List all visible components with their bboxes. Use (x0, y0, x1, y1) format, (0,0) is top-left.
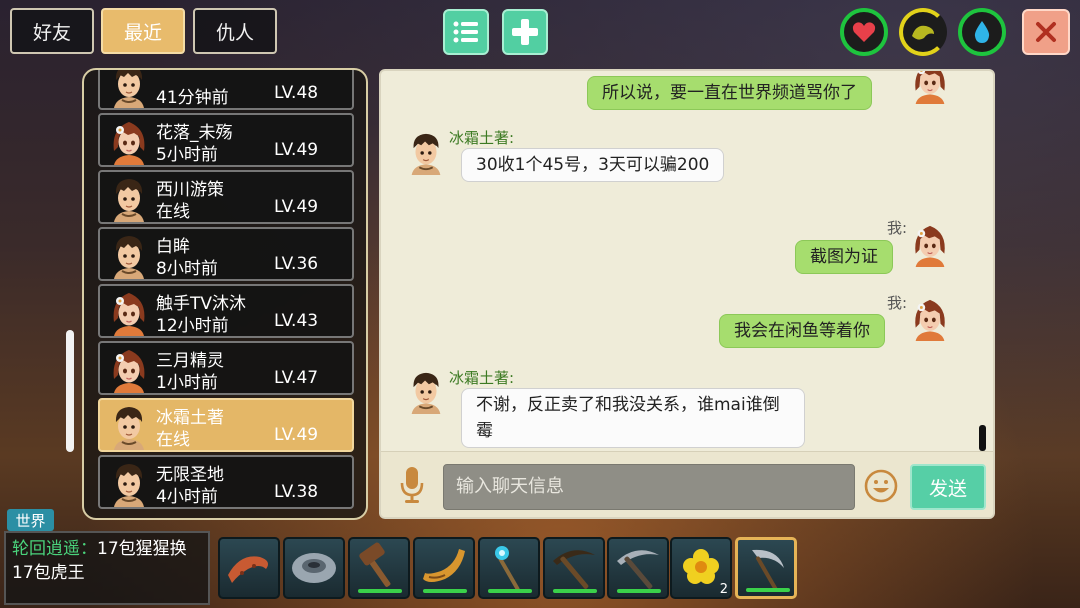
friend-row[interactable]: 西川游策 在线 LV.49 (98, 170, 354, 224)
hotbar-slot[interactable] (348, 537, 410, 599)
my-avatar (908, 294, 952, 342)
avatar (106, 117, 152, 165)
friend-avatar (404, 367, 448, 415)
world-chat-speaker: 轮回逍遥： (12, 539, 97, 559)
microphone-icon[interactable] (399, 466, 425, 504)
message-sender: 我: (887, 294, 908, 312)
avatar (106, 345, 152, 393)
tab-friends[interactable]: 好友 (10, 8, 94, 54)
hotbar-slot[interactable] (218, 537, 280, 599)
boomerang-icon (228, 556, 268, 583)
friend-row-selected[interactable]: 冰霜土著 在线 LV.49 (98, 398, 354, 452)
tab-enemies[interactable]: 仇人 (193, 8, 277, 54)
friend-level: LV.43 (274, 311, 319, 331)
my-avatar (908, 220, 952, 268)
durability-bar (423, 589, 467, 593)
friend-row[interactable]: 三月精灵 1小时前 LV.47 (98, 341, 354, 395)
world-chat-preview[interactable]: 轮回逍遥：17包猩猩换17包虎王 (4, 531, 210, 605)
avatar (106, 459, 152, 507)
friend-row[interactable]: 无限圣地 4小时前 LV.38 (98, 455, 354, 509)
durability-bar (553, 589, 597, 593)
message-sender: 冰霜土著: (449, 369, 515, 387)
friend-list-scrollbar[interactable] (66, 330, 74, 452)
friend-list: 41分钟前 LV.48 花落_未殇 5小时前 LV.49 西川游策 在线 LV.… (82, 68, 368, 520)
durability-bar (617, 589, 661, 593)
avatar (106, 288, 152, 336)
friend-level: LV.49 (274, 197, 319, 217)
water-drop-icon (974, 21, 990, 43)
hotbar-slot-selected[interactable] (735, 537, 797, 599)
friend-row[interactable]: 触手TV沐沐 12小时前 LV.43 (98, 284, 354, 338)
hotbar-slot[interactable]: 2 (670, 537, 732, 599)
friend-status: 在线 (156, 430, 190, 450)
avatar (106, 68, 152, 108)
friend-level: LV.38 (274, 482, 319, 502)
message-sender: 冰霜土著: (449, 129, 515, 147)
avatar (106, 231, 152, 279)
friend-status: 5小时前 (156, 145, 218, 165)
message-bubble-incoming: 不谢，反正卖了和我没关系，谁mai谁倒霉 (461, 388, 805, 448)
chat-panel: 所以说，要一直在世界频道骂你了 冰霜土著: 30收1个45号，3天可以骗200 … (379, 69, 995, 519)
friend-avatar (404, 128, 448, 176)
hotbar-slot[interactable] (478, 537, 540, 599)
close-button[interactable] (1022, 9, 1070, 55)
list-icon (453, 21, 478, 43)
friend-level: LV.36 (274, 254, 319, 274)
message-bubble-incoming: 30收1个45号，3天可以骗200 (461, 148, 725, 182)
friend-row[interactable]: 41分钟前 LV.48 (98, 68, 354, 110)
message-bubble-outgoing: 我会在闲鱼等着你 (719, 314, 885, 348)
hotbar-slot[interactable] (607, 537, 669, 599)
hotbar-slot[interactable] (283, 537, 345, 599)
message-bubble-outgoing: 所以说，要一直在世界频道骂你了 (587, 76, 872, 110)
hotbar-slot[interactable] (413, 537, 475, 599)
avatar (106, 174, 152, 222)
message-bubble-outgoing: 截图为证 (795, 240, 893, 274)
durability-bar (746, 588, 790, 592)
message-sender: 我: (887, 219, 908, 237)
friend-level: LV.47 (274, 368, 319, 388)
tab-recent[interactable]: 最近 (101, 8, 185, 54)
food-icon (912, 25, 934, 40)
add-friend-button[interactable] (502, 9, 548, 55)
friend-row[interactable]: 花落_未殇 5小时前 LV.49 (98, 113, 354, 167)
plus-icon (512, 19, 538, 45)
friend-status: 8小时前 (156, 259, 218, 279)
heart-icon (852, 22, 876, 42)
world-channel-tag[interactable]: 世界 (7, 509, 54, 531)
chat-input[interactable]: 输入聊天信息 (443, 464, 855, 510)
durability-bar (358, 589, 402, 593)
close-icon (1036, 22, 1056, 42)
health-indicator (840, 8, 888, 56)
chat-scrollbar[interactable] (979, 425, 986, 451)
friend-list-button[interactable] (443, 9, 489, 55)
stone-disc-icon (292, 553, 336, 583)
friend-level: LV.49 (274, 140, 319, 160)
send-button[interactable]: 发送 (910, 464, 986, 510)
thirst-indicator (958, 8, 1006, 56)
friend-status: 1小时前 (156, 373, 218, 393)
emoji-icon[interactable] (864, 469, 898, 503)
friend-status: 4小时前 (156, 487, 218, 507)
friend-row[interactable]: 白眸 8小时前 LV.36 (98, 227, 354, 281)
friend-status: 41分钟前 (156, 88, 229, 108)
chat-input-bar: 输入聊天信息 发送 (381, 451, 993, 517)
avatar (106, 402, 152, 450)
friend-level: LV.49 (274, 425, 319, 445)
friend-status: 12小时前 (156, 316, 229, 336)
my-avatar (908, 69, 952, 105)
item-count: 2 (719, 582, 728, 597)
friend-level: LV.48 (274, 83, 319, 103)
friend-status: 在线 (156, 202, 190, 222)
hotbar-slot[interactable] (543, 537, 605, 599)
hunger-indicator (899, 8, 947, 56)
durability-bar (488, 589, 532, 593)
